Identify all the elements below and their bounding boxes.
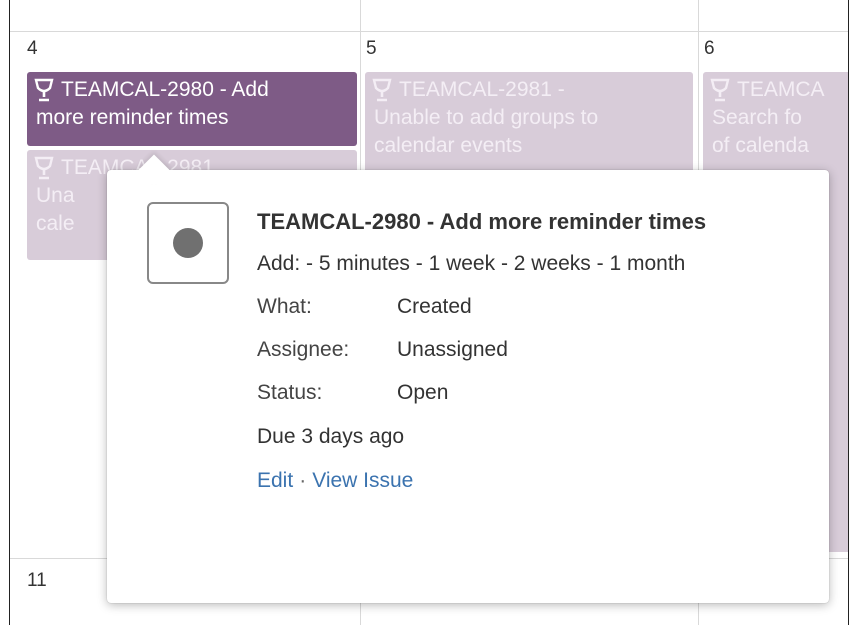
trophy-icon bbox=[372, 78, 392, 102]
field-value: Unassigned bbox=[397, 338, 508, 361]
event-text: Search fo bbox=[712, 106, 802, 129]
issue-description: Add: - 5 minutes - 1 week - 2 weeks - 1 … bbox=[257, 252, 686, 275]
calendar-event-selected[interactable]: TEAMCAL-2980 - Add more reminder times bbox=[27, 72, 357, 146]
issue-title: TEAMCAL-2980 - Add more reminder times bbox=[257, 209, 707, 234]
status-dot-icon bbox=[173, 228, 203, 258]
event-text: of calenda bbox=[712, 134, 809, 157]
event-title: TEAMCAL-2980 - Add bbox=[61, 78, 269, 101]
grid-divider bbox=[10, 31, 848, 32]
day-number-5: 5 bbox=[366, 38, 377, 59]
day-number-6: 6 bbox=[704, 38, 715, 59]
trophy-icon bbox=[34, 156, 54, 180]
event-title: TEAMCA bbox=[737, 78, 825, 101]
trophy-icon bbox=[34, 78, 54, 102]
field-value: Open bbox=[397, 381, 449, 404]
event-text: Unable to add groups to bbox=[374, 106, 599, 129]
open-status-icon bbox=[147, 202, 229, 284]
field-label: What: bbox=[257, 295, 312, 318]
field-value: Created bbox=[397, 295, 472, 318]
popup-content: TEAMCAL-2980 - Add more reminder times A… bbox=[257, 206, 797, 496]
field-assignee: Assignee: Unassigned bbox=[257, 335, 797, 365]
day-number-4: 4 bbox=[27, 38, 38, 59]
edit-link[interactable]: Edit bbox=[257, 469, 293, 492]
field-label: Status: bbox=[257, 381, 323, 404]
trophy-icon bbox=[710, 78, 730, 102]
event-text: calendar events bbox=[374, 134, 523, 157]
day-number-11: 11 bbox=[27, 570, 47, 591]
field-status: Status: Open bbox=[257, 378, 797, 408]
calendar-event[interactable]: TEAMCAL-2981 - Unable to add groups to c… bbox=[365, 72, 693, 182]
field-what: What: Created bbox=[257, 292, 797, 322]
calendar-view: 4 5 6 11 TEAMCAL-2981 Una cale TEAMCAL-2… bbox=[9, 0, 849, 625]
field-label: Assignee: bbox=[257, 338, 350, 361]
event-title: TEAMCAL-2981 - bbox=[399, 78, 565, 101]
issue-popup: TEAMCAL-2980 - Add more reminder times A… bbox=[107, 154, 829, 603]
link-separator: · bbox=[299, 469, 307, 492]
event-text: more reminder times bbox=[36, 106, 229, 129]
popup-actions: Edit · View Issue bbox=[257, 466, 797, 496]
due-date: Due 3 days ago bbox=[257, 425, 405, 448]
view-issue-link[interactable]: View Issue bbox=[312, 469, 413, 492]
